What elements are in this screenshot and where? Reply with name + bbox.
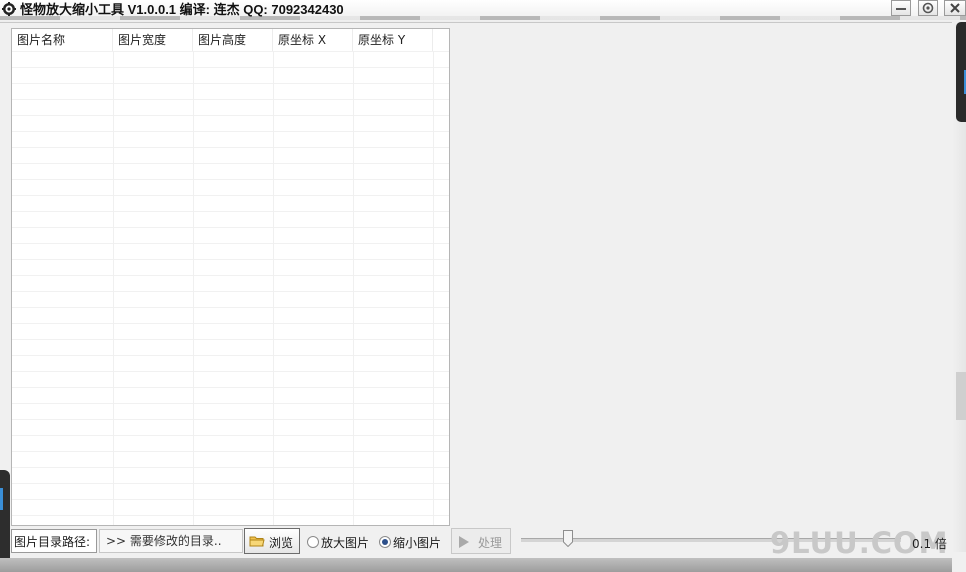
table-body[interactable]	[12, 51, 449, 525]
image-list-table[interactable]: 图片名称 图片宽度 图片高度 原坐标 X 原坐标 Y	[11, 28, 450, 526]
enlarge-radio-label: 放大图片	[321, 536, 370, 550]
column-divider	[353, 51, 354, 525]
process-button[interactable]: 处理	[451, 528, 511, 554]
column-header-y[interactable]: 原坐标 Y	[353, 29, 433, 51]
options-button[interactable]	[918, 0, 938, 16]
column-divider	[193, 51, 194, 525]
shrink-radio-label: 缩小图片	[393, 536, 442, 550]
zoom-factor: 0.1 倍	[912, 537, 947, 551]
zoom-slider-thumb[interactable]	[563, 530, 573, 547]
folder-icon	[249, 536, 265, 547]
edge-accent	[0, 488, 3, 510]
path-input[interactable]: >> 需要修改的目录..	[99, 529, 243, 553]
table-header: 图片名称 图片宽度 图片高度 原坐标 X 原坐标 Y	[12, 29, 449, 52]
play-icon	[459, 536, 469, 548]
close-button[interactable]	[944, 0, 966, 16]
window-right-edge	[952, 22, 966, 552]
app-gear-icon	[2, 2, 16, 16]
column-header-width[interactable]: 图片宽度	[113, 29, 193, 51]
enlarge-radio-indicator[interactable]	[307, 536, 319, 548]
gear-icon	[922, 2, 934, 14]
minimize-button[interactable]	[891, 0, 911, 16]
shrink-radio-indicator[interactable]	[379, 536, 391, 548]
process-label: 处理	[478, 536, 503, 550]
path-label: 图片目录路径:	[11, 529, 97, 553]
bottom-toolbar: 图片目录路径: >> 需要修改的目录.. 浏览 放大图片 缩小图片 处理 9LU…	[0, 526, 966, 560]
column-header-name[interactable]: 图片名称	[12, 29, 113, 51]
status-bar	[0, 558, 952, 572]
close-icon	[950, 3, 960, 13]
column-divider	[113, 51, 114, 525]
browse-button[interactable]: 浏览	[244, 528, 300, 554]
column-header-x[interactable]: 原坐标 X	[273, 29, 353, 51]
column-divider	[433, 51, 434, 525]
window-title: 怪物放大缩小工具 V1.0.0.1 编译: 连杰 QQ: 7092342430	[20, 2, 344, 17]
column-divider	[273, 51, 274, 525]
edge-scroll-handle	[956, 372, 966, 420]
browse-label: 浏览	[269, 536, 294, 550]
app-window: 怪物放大缩小工具 V1.0.0.1 编译: 连杰 QQ: 7092342430	[0, 0, 966, 572]
title-bar[interactable]: 怪物放大缩小工具 V1.0.0.1 编译: 连杰 QQ: 7092342430	[0, 0, 966, 23]
minimize-icon	[896, 8, 906, 10]
column-header-height[interactable]: 图片高度	[193, 29, 273, 51]
